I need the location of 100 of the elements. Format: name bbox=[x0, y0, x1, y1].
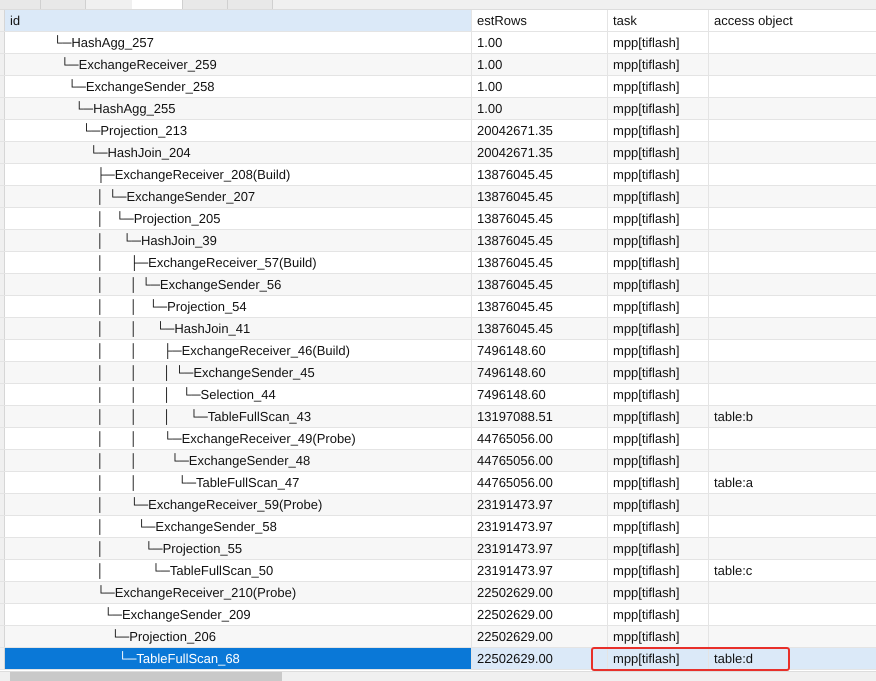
table-cell: mpp[tiflash] bbox=[608, 494, 709, 515]
table-cell: mpp[tiflash] bbox=[608, 208, 709, 229]
table-cell: mpp[tiflash] bbox=[608, 472, 709, 493]
table-cell: 7496148.60 bbox=[472, 384, 608, 405]
table-cell: 20042671.35 bbox=[472, 120, 608, 141]
tab[interactable] bbox=[228, 0, 273, 9]
table-cell: mpp[tiflash] bbox=[608, 406, 709, 427]
row-header[interactable] bbox=[0, 252, 5, 273]
table-cell: 13197088.51 bbox=[472, 406, 608, 427]
table-cell: └─Projection_206 bbox=[5, 626, 472, 647]
table-cell: 22502629.00 bbox=[472, 582, 608, 603]
table-cell: 44765056.00 bbox=[472, 450, 608, 471]
row-header[interactable] bbox=[0, 648, 5, 669]
column-header[interactable]: task bbox=[608, 10, 709, 31]
row-header[interactable] bbox=[0, 208, 5, 229]
table-cell: │ │ └─ExchangeSender_48 bbox=[5, 450, 472, 471]
table-cell: │ │ └─HashJoin_41 bbox=[5, 318, 472, 339]
table-cell: 22502629.00 bbox=[472, 604, 608, 625]
table-cell: mpp[tiflash] bbox=[608, 274, 709, 295]
table-cell: mpp[tiflash] bbox=[608, 384, 709, 405]
row-header[interactable] bbox=[0, 472, 5, 493]
row-header[interactable] bbox=[0, 296, 5, 317]
table-cell: mpp[tiflash] bbox=[608, 76, 709, 97]
table-cell: 1.00 bbox=[472, 98, 608, 119]
table-cell: mpp[tiflash] bbox=[608, 32, 709, 53]
table-cell: 1.00 bbox=[472, 54, 608, 75]
table-cell: mpp[tiflash] bbox=[608, 296, 709, 317]
row-header[interactable] bbox=[0, 274, 5, 295]
row-header[interactable] bbox=[0, 76, 5, 97]
table-cell: └─ExchangeReceiver_259 bbox=[5, 54, 472, 75]
row-header[interactable] bbox=[0, 450, 5, 471]
table-cell: └─TableFullScan_68 bbox=[5, 648, 472, 669]
table-cell: mpp[tiflash] bbox=[608, 604, 709, 625]
row-header[interactable] bbox=[0, 142, 5, 163]
row-header[interactable] bbox=[0, 406, 5, 427]
table-cell: │ │ └─ExchangeSender_56 bbox=[5, 274, 472, 295]
table-cell: └─HashAgg_257 bbox=[5, 32, 472, 53]
table-cell: 20042671.35 bbox=[472, 142, 608, 163]
row-header[interactable] bbox=[0, 560, 5, 581]
table-cell: 23191473.97 bbox=[472, 494, 608, 515]
row-header[interactable] bbox=[0, 32, 5, 53]
table-cell: 13876045.45 bbox=[472, 208, 608, 229]
row-header[interactable] bbox=[0, 384, 5, 405]
tab[interactable] bbox=[132, 0, 183, 9]
column-header[interactable]: id bbox=[5, 10, 472, 31]
row-header[interactable] bbox=[0, 516, 5, 537]
row-header[interactable] bbox=[0, 428, 5, 449]
row-header[interactable] bbox=[0, 186, 5, 207]
table-cell: 13876045.45 bbox=[472, 296, 608, 317]
table-cell-text: table:b bbox=[713, 408, 754, 426]
row-header[interactable] bbox=[0, 230, 5, 251]
table-cell: │ ├─ExchangeReceiver_57(Build) bbox=[5, 252, 472, 273]
table-cell: mpp[tiflash] bbox=[608, 560, 709, 581]
scrollbar-thumb[interactable] bbox=[10, 672, 282, 681]
table-cell-text: table:d bbox=[713, 650, 754, 668]
row-header[interactable] bbox=[0, 54, 5, 75]
table-cell: 13876045.45 bbox=[472, 318, 608, 339]
row-header[interactable] bbox=[0, 538, 5, 559]
table-cell: 22502629.00 bbox=[472, 648, 608, 669]
table-cell: mpp[tiflash] bbox=[608, 428, 709, 449]
table-cell: mpp[tiflash] bbox=[608, 252, 709, 273]
table-cell: │ │ └─ExchangeReceiver_49(Probe) bbox=[5, 428, 472, 449]
row-header[interactable] bbox=[0, 120, 5, 141]
column-header[interactable]: access object bbox=[709, 10, 876, 31]
table-cell: │ │ └─Projection_54 bbox=[5, 296, 472, 317]
table-cell: 13876045.45 bbox=[472, 274, 608, 295]
table-cell: └─ExchangeReceiver_210(Probe) bbox=[5, 582, 472, 603]
table-cell: mpp[tiflash] bbox=[608, 98, 709, 119]
table-cell: │ └─ExchangeReceiver_59(Probe) bbox=[5, 494, 472, 515]
table-cell: mpp[tiflash] bbox=[608, 538, 709, 559]
row-header[interactable] bbox=[0, 626, 5, 647]
table-cell: 44765056.00 bbox=[472, 472, 608, 493]
table-cell: │ │ └─TableFullScan_47 bbox=[5, 472, 472, 493]
table-cell: mpp[tiflash] bbox=[608, 626, 709, 647]
table-cell: │ └─Projection_55 bbox=[5, 538, 472, 559]
table-cell: 7496148.60 bbox=[472, 362, 608, 383]
row-header[interactable] bbox=[0, 604, 5, 625]
table-cell: │ │ │ └─TableFullScan_43 bbox=[5, 406, 472, 427]
table-cell: 22502629.00 bbox=[472, 626, 608, 647]
table-cell: │ │ ├─ExchangeReceiver_46(Build) bbox=[5, 340, 472, 361]
row-header[interactable] bbox=[0, 164, 5, 185]
column-header[interactable]: estRows bbox=[472, 10, 608, 31]
tab[interactable] bbox=[0, 0, 41, 9]
row-header[interactable] bbox=[0, 362, 5, 383]
table-cell: mpp[tiflash] bbox=[608, 450, 709, 471]
table-cell: mpp[tiflash] bbox=[608, 230, 709, 251]
row-header[interactable] bbox=[0, 318, 5, 339]
table-cell: │ └─HashJoin_39 bbox=[5, 230, 472, 251]
tab[interactable] bbox=[183, 0, 228, 9]
scrollbar[interactable] bbox=[0, 671, 876, 681]
table-cell: 44765056.00 bbox=[472, 428, 608, 449]
row-header[interactable] bbox=[0, 98, 5, 119]
tab[interactable] bbox=[41, 0, 86, 9]
table-cell: 13876045.45 bbox=[472, 186, 608, 207]
row-header[interactable] bbox=[0, 494, 5, 515]
table-cell: mpp[tiflash] bbox=[608, 142, 709, 163]
table-cell: 23191473.97 bbox=[472, 516, 608, 537]
table-cell: │ └─ExchangeSender_207 bbox=[5, 186, 472, 207]
row-header[interactable] bbox=[0, 340, 5, 361]
row-header[interactable] bbox=[0, 582, 5, 603]
